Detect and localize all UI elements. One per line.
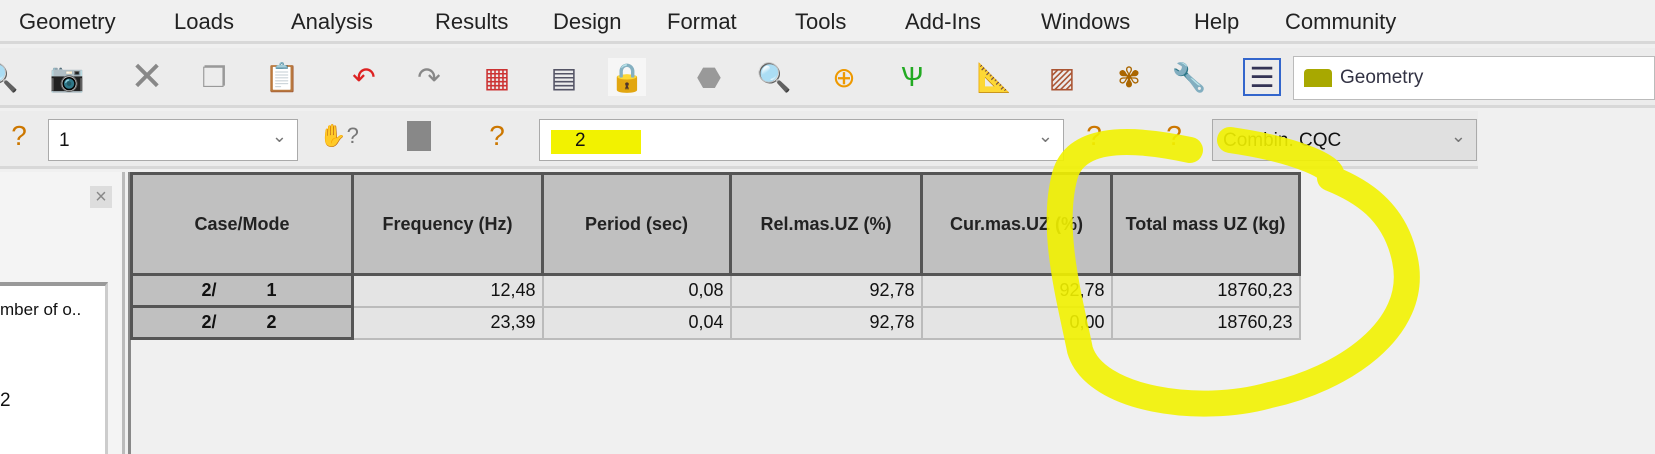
copy-icon[interactable]: ❐ bbox=[195, 58, 233, 96]
mode-value: 1 bbox=[266, 280, 277, 300]
mode-query-icon[interactable]: ? bbox=[478, 117, 516, 155]
gray-box-icon[interactable] bbox=[400, 117, 438, 155]
rel-mass-cell[interactable]: 92,78 bbox=[729, 305, 923, 340]
menu-format[interactable]: Format bbox=[667, 9, 737, 35]
wrench-icon[interactable]: 🔧 bbox=[1170, 58, 1208, 96]
menu-results[interactable]: Results bbox=[435, 9, 508, 35]
menu-analysis[interactable]: Analysis bbox=[291, 9, 373, 35]
geometry-icon bbox=[1304, 69, 1332, 87]
frequency-cell[interactable]: 23,39 bbox=[351, 305, 544, 340]
layout-select[interactable]: Geometry bbox=[1293, 56, 1655, 100]
table-row[interactable]: 2/1 12,48 0,08 92,78 92,78 18760,23 bbox=[130, 273, 1301, 308]
gray-tool-icon[interactable]: ⬣ bbox=[690, 58, 728, 96]
case-select[interactable]: 1 ⌄ bbox=[48, 119, 298, 161]
menu-tools[interactable]: Tools bbox=[795, 9, 846, 35]
menu-geometry[interactable]: Geometry bbox=[19, 9, 116, 35]
combination-select[interactable]: Combin. CQC ⌄ bbox=[1212, 119, 1477, 161]
cur-mass-cell[interactable]: 0,00 bbox=[920, 305, 1113, 340]
calculator-icon[interactable]: ▦ bbox=[478, 58, 516, 96]
drafting-icon[interactable]: 📐 bbox=[975, 58, 1013, 96]
col-case-mode[interactable]: Case/Mode bbox=[130, 172, 354, 276]
dynamic-query-icon[interactable]: ? bbox=[1075, 117, 1113, 155]
col-period[interactable]: Period (sec) bbox=[541, 172, 732, 276]
period-cell[interactable]: 0,04 bbox=[541, 305, 732, 340]
layout-icon[interactable]: ☰ bbox=[1243, 58, 1281, 96]
paste-icon[interactable]: 📋 bbox=[263, 58, 301, 96]
structure-icon[interactable]: ▨ bbox=[1043, 58, 1081, 96]
case-toolbar: ? 1 ⌄ ✋? ? 2 ⌄ ? ? Combin. CQC ⌄ bbox=[0, 111, 1478, 169]
menu-help[interactable]: Help bbox=[1194, 9, 1239, 35]
chevron-down-icon: ⌄ bbox=[271, 126, 287, 146]
cur-mass-cell[interactable]: 92,78 bbox=[920, 273, 1113, 308]
total-mass-cell[interactable]: 18760,23 bbox=[1110, 273, 1301, 308]
modal-results-table: Case/Mode Frequency (Hz) Period (sec) Re… bbox=[130, 172, 1301, 340]
properties-list: mber of o.. 2 bbox=[0, 282, 108, 454]
menu-design[interactable]: Design bbox=[553, 9, 621, 35]
undo-icon[interactable]: ↶ bbox=[345, 58, 383, 96]
col-cur-mass[interactable]: Cur.mas.UZ (%) bbox=[920, 172, 1113, 276]
total-mass-cell[interactable]: 18760,23 bbox=[1110, 305, 1301, 340]
menu-add-ins[interactable]: Add-Ins bbox=[905, 9, 981, 35]
mode-value: 2 bbox=[266, 312, 277, 332]
table-row[interactable]: 2/2 23,39 0,04 92,78 0,00 18760,23 bbox=[130, 305, 1301, 340]
property-label: mber of o.. bbox=[0, 300, 82, 319]
lock-icon[interactable]: 🔒 bbox=[608, 58, 646, 96]
frequency-cell[interactable]: 12,48 bbox=[351, 273, 544, 308]
table-header-row: Case/Mode Frequency (Hz) Period (sec) Re… bbox=[130, 172, 1301, 276]
col-rel-mass[interactable]: Rel.mas.UZ (%) bbox=[729, 172, 923, 276]
menu-bar: Geometry Loads Analysis Results Design F… bbox=[0, 0, 1655, 44]
combination-query-icon[interactable]: ? bbox=[1155, 117, 1193, 155]
rel-mass-cell[interactable]: 92,78 bbox=[729, 273, 923, 308]
redo-icon[interactable]: ↷ bbox=[410, 58, 448, 96]
mode-select-value: 2 bbox=[575, 130, 586, 151]
camera-icon[interactable]: 📷 bbox=[48, 58, 86, 96]
release-icon[interactable]: Ѱ bbox=[893, 58, 931, 96]
zoom-icon[interactable]: 🔍 bbox=[0, 58, 20, 96]
main-toolbar: 🔍 📷 ✕ ❐ 📋 ↶ ↷ ▦ ▤ 🔒 ⬣ 🔍 ⊕ Ѱ 📐 ▨ ✾ 🔧 ☰ Ge… bbox=[0, 48, 1655, 108]
case-query-icon[interactable]: ? bbox=[0, 117, 38, 155]
combination-select-value: Combin. CQC bbox=[1223, 130, 1342, 151]
left-panel: × mber of o.. 2 bbox=[0, 172, 125, 454]
zoom-in-icon[interactable]: ⊕ bbox=[825, 58, 863, 96]
menu-loads[interactable]: Loads bbox=[174, 9, 234, 35]
calculation-settings-icon[interactable]: ▤ bbox=[545, 58, 583, 96]
case-value: 2/ bbox=[201, 312, 217, 332]
case-value: 2/ bbox=[201, 280, 217, 300]
hand-query-icon[interactable]: ✋? bbox=[319, 117, 359, 155]
col-total-mass[interactable]: Total mass UZ (kg) bbox=[1110, 172, 1301, 276]
delete-icon[interactable]: ✕ bbox=[128, 55, 166, 99]
period-cell[interactable]: 0,08 bbox=[541, 273, 732, 308]
layout-select-value: Geometry bbox=[1340, 67, 1424, 88]
col-frequency[interactable]: Frequency (Hz) bbox=[351, 172, 544, 276]
menu-community[interactable]: Community bbox=[1285, 9, 1396, 35]
mode-select[interactable]: 2 ⌄ bbox=[539, 119, 1064, 161]
menu-windows[interactable]: Windows bbox=[1041, 9, 1130, 35]
case-mode-cell[interactable]: 2/1 bbox=[130, 273, 354, 308]
close-icon[interactable]: × bbox=[90, 186, 112, 208]
case-select-value: 1 bbox=[59, 130, 70, 151]
property-value: 2 bbox=[0, 390, 11, 411]
chevron-down-icon: ⌄ bbox=[1450, 126, 1466, 146]
case-mode-cell[interactable]: 2/2 bbox=[130, 305, 354, 340]
zoom-window-icon[interactable]: 🔍 bbox=[755, 58, 793, 96]
design-icon[interactable]: ✾ bbox=[1110, 58, 1148, 96]
chevron-down-icon: ⌄ bbox=[1037, 126, 1053, 146]
